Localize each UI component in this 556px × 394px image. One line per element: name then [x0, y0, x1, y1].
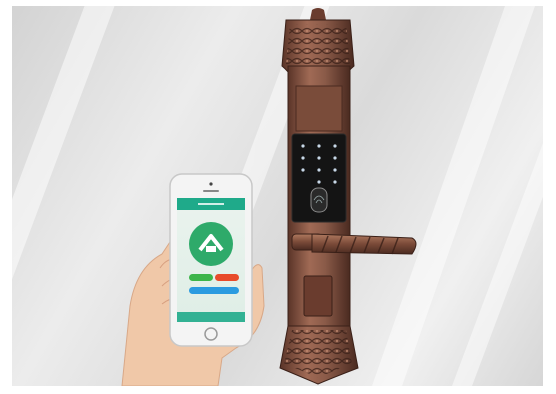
image-frame	[0, 0, 556, 394]
photo-svg	[12, 6, 543, 386]
app-red-button	[215, 274, 239, 281]
app-bottom-nav	[177, 312, 245, 322]
background-streaks	[12, 6, 543, 386]
product-photo	[12, 6, 543, 386]
smartphone	[169, 173, 253, 347]
app-blue-button	[189, 287, 239, 294]
app-green-button	[189, 274, 213, 281]
app-lock-circle	[189, 222, 233, 266]
